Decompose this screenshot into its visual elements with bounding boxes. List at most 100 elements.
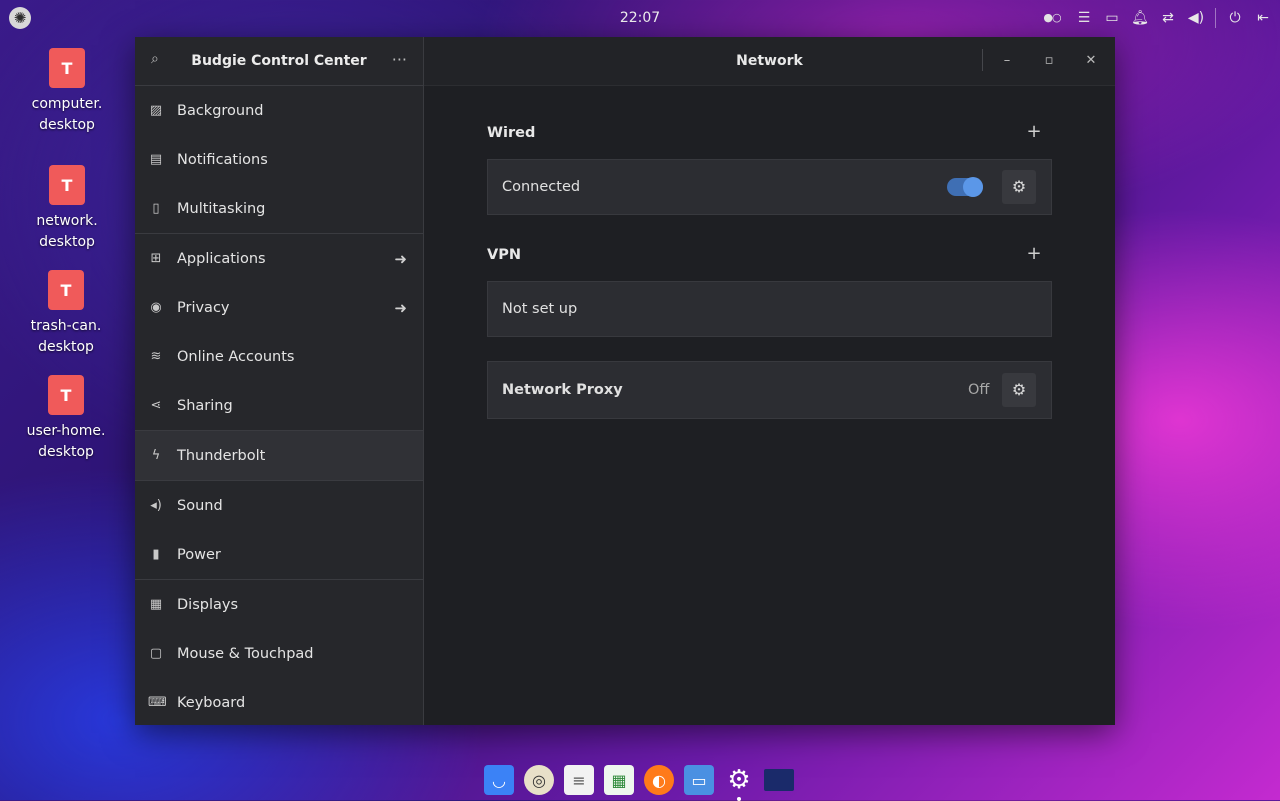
- settings-icon[interactable]: ⚙: [724, 765, 754, 801]
- notifications-icon: ▤: [149, 152, 163, 167]
- wired-connection-row[interactable]: Connected ⚙: [487, 159, 1052, 215]
- sidebar-item-displays[interactable]: ▦ Displays: [135, 580, 423, 629]
- sidebar-item-label: Notifications: [177, 151, 268, 168]
- close-icon[interactable]: ✕: [1076, 37, 1106, 85]
- background-icon: ▨: [149, 103, 163, 118]
- sidebar-item-mouse-touchpad[interactable]: ▢ Mouse & Touchpad: [135, 629, 423, 678]
- files-icon[interactable]: ▭: [684, 765, 714, 795]
- dock: ◡ ◎ ≡ ▦ ◐ ▭ ⚙: [484, 760, 794, 801]
- desktop-icon-label: trash-can. desktop: [30, 318, 102, 355]
- search-icon[interactable]: ⌕: [151, 51, 159, 67]
- volume-icon[interactable]: ◀︎): [1187, 0, 1205, 36]
- bell-icon[interactable]: 🔔︎: [1131, 0, 1149, 36]
- clock[interactable]: 22:07: [600, 0, 680, 36]
- desktop-icon-label: network. desktop: [36, 213, 98, 250]
- control-center-window: ⌕ Budgie Control Center ··· ▨ Background…: [135, 37, 1115, 725]
- top-panel: ✺ 22:07 ●○ ☰ ▭ 🔔︎ ⇄ ◀︎) ⏻ ⇤: [0, 0, 1280, 36]
- desktop-file-icon: T: [49, 165, 85, 205]
- sidebar-item-label: Online Accounts: [177, 348, 295, 365]
- displays-icon: ▦: [149, 597, 163, 612]
- firefox-icon[interactable]: ◐: [644, 765, 674, 795]
- system-tray: ●○ ☰ ▭ 🔔︎ ⇄ ◀︎) ⏻ ⇤: [1039, 0, 1272, 36]
- desktop-icon-trash-can[interactable]: T trash-can. desktop: [16, 270, 116, 358]
- multitasking-icon: ▯: [152, 201, 160, 216]
- proxy-status: Off: [968, 382, 990, 398]
- sidebar-item-label: Thunderbolt: [177, 447, 266, 464]
- sidebar-item-notifications[interactable]: ▤ Notifications: [135, 135, 423, 184]
- wired-settings-button[interactable]: ⚙: [1002, 170, 1036, 204]
- sound-icon: ◂): [150, 498, 162, 513]
- sidebar-item-label: Applications: [177, 250, 266, 267]
- sidebar-item-label: Background: [177, 102, 264, 119]
- sidebar-item-keyboard[interactable]: ⌨ Keyboard: [135, 678, 423, 725]
- sidebar-header: ⌕ Budgie Control Center ···: [135, 37, 423, 86]
- sidebar-item-label: Sound: [177, 497, 223, 514]
- desktop-icon-user-home[interactable]: T user-home. desktop: [16, 375, 116, 463]
- menu-lines-icon[interactable]: ☰: [1075, 0, 1093, 36]
- sidebar-item-privacy[interactable]: ◉ Privacy ➜: [135, 283, 423, 332]
- sidebar-item-label: Multitasking: [177, 200, 266, 217]
- power-icon[interactable]: ⏻: [1226, 0, 1244, 36]
- arrow-right-icon: ➜: [394, 249, 407, 268]
- desktop-file-icon: T: [48, 270, 84, 310]
- store-icon[interactable]: ◡: [484, 765, 514, 795]
- main-panel: Network – ▫ ✕ Wired + Connected ⚙ VPN + …: [424, 37, 1115, 725]
- desktop-icon-label: computer. desktop: [31, 96, 103, 133]
- sidebar-item-online-accounts[interactable]: ≋ Online Accounts: [135, 332, 423, 381]
- add-vpn-button[interactable]: +: [1024, 243, 1044, 264]
- more-options-icon[interactable]: ···: [392, 37, 407, 83]
- workspace-dots-icon[interactable]: ●○: [1039, 0, 1065, 36]
- desktop-file-icon: T: [48, 375, 84, 415]
- minimize-icon[interactable]: –: [992, 37, 1022, 85]
- proxy-settings-button[interactable]: ⚙: [1002, 373, 1036, 407]
- applications-icon: ⊞: [150, 251, 162, 266]
- header-separator: [982, 49, 983, 71]
- sidebar-item-thunderbolt[interactable]: ϟ Thunderbolt: [135, 431, 423, 480]
- sidebar-item-label: Power: [177, 546, 221, 563]
- thunderbolt-icon: ϟ: [151, 448, 161, 463]
- add-wired-button[interactable]: +: [1024, 121, 1044, 142]
- wired-status: Connected: [502, 179, 581, 195]
- arrow-right-icon: ➜: [394, 298, 407, 317]
- sidebar-item-background[interactable]: ▨ Background: [135, 86, 423, 135]
- rhythmbox-icon[interactable]: ◎: [524, 765, 554, 795]
- desktop-icon-network[interactable]: T network. desktop: [17, 165, 117, 253]
- wired-toggle[interactable]: [947, 177, 983, 197]
- mouse-icon: ▢: [149, 646, 163, 661]
- sharing-icon: ⋖: [150, 398, 162, 413]
- wired-section-title: Wired: [487, 125, 536, 141]
- sidebar-item-multitasking[interactable]: ▯ Multitasking: [135, 184, 423, 233]
- text-editor-icon[interactable]: ≡: [564, 765, 594, 795]
- privacy-icon: ◉: [150, 300, 162, 315]
- sidebar-item-power[interactable]: ▮ Power: [135, 530, 423, 579]
- sidebar-item-sharing[interactable]: ⋖ Sharing: [135, 381, 423, 430]
- online-accounts-icon: ≋: [150, 349, 162, 364]
- sidebar-title: Budgie Control Center: [191, 53, 367, 69]
- toggle-knob: [963, 177, 983, 197]
- maximize-icon[interactable]: ▫: [1034, 37, 1064, 85]
- logout-icon[interactable]: ⇤: [1254, 0, 1272, 36]
- folder-icon[interactable]: ▭: [1103, 0, 1121, 36]
- main-header: Network – ▫ ✕: [424, 37, 1115, 86]
- sidebar-item-label: Privacy: [177, 299, 230, 316]
- sidebar-item-label: Mouse & Touchpad: [177, 645, 314, 662]
- network-proxy-row[interactable]: Network Proxy Off ⚙: [487, 361, 1052, 419]
- gear-icon: ⚙: [1011, 177, 1027, 196]
- sidebar-item-label: Sharing: [177, 397, 233, 414]
- network-arrows-icon[interactable]: ⇄: [1159, 0, 1177, 36]
- tray-separator: [1215, 8, 1216, 28]
- app-menu-icon[interactable]: ✺: [9, 7, 31, 29]
- sidebar-item-applications[interactable]: ⊞ Applications ➜: [135, 234, 423, 283]
- desktop-file-icon: T: [49, 48, 85, 88]
- desktop-icon-computer[interactable]: T computer. desktop: [17, 48, 117, 136]
- vpn-status: Not set up: [502, 301, 578, 317]
- sidebar-item-label: Displays: [177, 596, 239, 613]
- sidebar-item-sound[interactable]: ◂) Sound: [135, 481, 423, 530]
- display-icon[interactable]: [764, 769, 794, 791]
- power-icon: ▮: [152, 547, 160, 562]
- vpn-row: Not set up: [487, 281, 1052, 337]
- sidebar-item-label: Keyboard: [177, 694, 246, 711]
- vpn-section-title: VPN: [487, 247, 521, 263]
- spreadsheet-icon[interactable]: ▦: [604, 765, 634, 795]
- proxy-label: Network Proxy: [502, 382, 623, 398]
